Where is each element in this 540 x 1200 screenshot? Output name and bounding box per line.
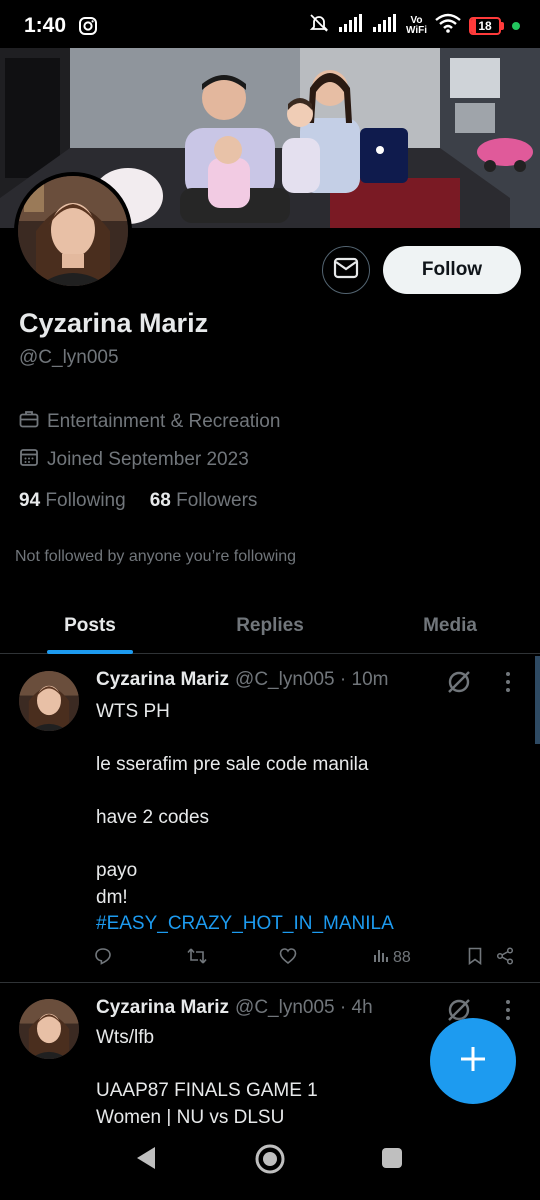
post-line: le sserafim pre sale code manila [96, 754, 369, 775]
post-text: WTS PH le sserafim pre sale code manila … [96, 699, 516, 938]
plus-icon [458, 1044, 488, 1079]
tab-media[interactable]: Media [360, 598, 540, 654]
post-hashtag[interactable]: #EASY_CRAZY_HOT_IN_MANILA [96, 911, 516, 938]
profile-handle: @C_lyn005 [19, 347, 119, 368]
status-bar: 1:40 Vo WiFi 18 [0, 0, 540, 48]
tab-label: Media [423, 615, 477, 636]
signal-icon [338, 13, 364, 38]
post-line [96, 832, 516, 859]
back-icon[interactable] [133, 1144, 159, 1177]
followers-count: 68 [149, 490, 171, 511]
followers-label: Followers [176, 490, 258, 511]
vowifi-icon: Vo WiFi [405, 15, 427, 36]
following-link[interactable]: 94 Following [19, 490, 126, 512]
bookmark-icon [467, 947, 483, 970]
views-icon [373, 947, 389, 968]
post-line [96, 726, 516, 753]
not-followed-notice: Not followed by anyone you’re following [15, 548, 297, 565]
grok-icon[interactable] [446, 669, 472, 700]
views-button[interactable]: 88 [373, 947, 411, 968]
briefcase-icon [19, 410, 39, 434]
repost-button[interactable] [187, 947, 207, 970]
profile-display-name: Cyzarina Mariz [19, 308, 209, 338]
home-icon[interactable] [253, 1142, 287, 1181]
reply-button[interactable] [94, 947, 112, 970]
avatar-photo [19, 999, 79, 1059]
signal-icon [372, 13, 398, 38]
battery-level: 18 [478, 18, 492, 33]
profile-category: Entertainment & Recreation [19, 410, 280, 434]
tab-label: Posts [64, 615, 116, 636]
followers-link[interactable]: 68 Followers [150, 490, 258, 512]
post-author-name[interactable]: Cyzarina Mariz [96, 997, 229, 1019]
following-count: 94 [19, 490, 41, 511]
compose-button[interactable] [430, 1018, 516, 1104]
avatar-photo [18, 176, 128, 286]
mute-icon [308, 12, 330, 39]
status-icons: Vo WiFi 18 [308, 12, 520, 39]
mail-icon [333, 257, 359, 284]
post-header: Cyzarina Mariz @C_lyn005 · 10m [96, 669, 388, 691]
system-nav-bar [0, 1126, 540, 1200]
post[interactable]: Cyzarina Mariz @C_lyn005 · 10m WTS PH le… [0, 655, 540, 983]
post-avatar[interactable] [19, 671, 79, 731]
profile-joined: Joined September 2023 [19, 447, 249, 473]
post-line: dm! [96, 886, 128, 908]
more-options-icon[interactable] [502, 999, 514, 1026]
share-icon [496, 947, 514, 970]
post-line: WTS PH [96, 701, 170, 722]
tab-label: Replies [236, 615, 304, 636]
instagram-icon [78, 16, 98, 41]
profile-avatar[interactable] [14, 172, 132, 290]
post-line: have 2 codes [96, 807, 210, 828]
privacy-indicator-dot [512, 21, 520, 30]
follow-stats: 94 Following 68 Followers [19, 490, 257, 512]
battery-icon: 18 [469, 16, 504, 35]
battery-body: 18 [469, 16, 501, 35]
post-handle-time: @C_lyn005 · 4h [235, 997, 373, 1018]
active-tab-indicator [47, 650, 133, 654]
share-button[interactable] [496, 947, 514, 970]
post-line [96, 779, 516, 806]
calendar-icon [19, 447, 39, 473]
post-line: payo [96, 860, 138, 881]
reply-icon [94, 947, 112, 970]
recents-icon[interactable] [380, 1146, 404, 1175]
like-button[interactable] [279, 947, 297, 970]
message-button[interactable] [322, 246, 370, 294]
avatar-photo [19, 671, 79, 731]
follow-button[interactable]: Follow [383, 246, 521, 294]
post-author-name[interactable]: Cyzarina Mariz [96, 669, 229, 691]
vowifi-bottom: WiFi [405, 24, 427, 36]
wifi-icon [435, 13, 461, 38]
post-avatar[interactable] [19, 999, 79, 1059]
post-actions: 88 [94, 947, 524, 971]
profile-category-text: Entertainment & Recreation [47, 411, 281, 432]
battery-tip [501, 21, 504, 30]
following-label: Following [45, 490, 126, 511]
views-count: 88 [393, 948, 411, 966]
profile-tabs: Posts Replies Media [0, 598, 540, 654]
like-icon [279, 947, 297, 970]
profile-joined-text: Joined September 2023 [47, 449, 249, 470]
repost-icon [187, 947, 207, 970]
bookmark-button[interactable] [467, 947, 483, 970]
post-header: Cyzarina Mariz @C_lyn005 · 4h [96, 997, 373, 1019]
tab-posts[interactable]: Posts [0, 598, 180, 654]
scrollbar-thumb[interactable] [535, 656, 540, 744]
tab-replies[interactable]: Replies [180, 598, 360, 654]
more-options-icon[interactable] [502, 671, 514, 698]
post-handle-time: @C_lyn005 · 10m [235, 669, 389, 690]
status-time: 1:40 [24, 14, 67, 37]
